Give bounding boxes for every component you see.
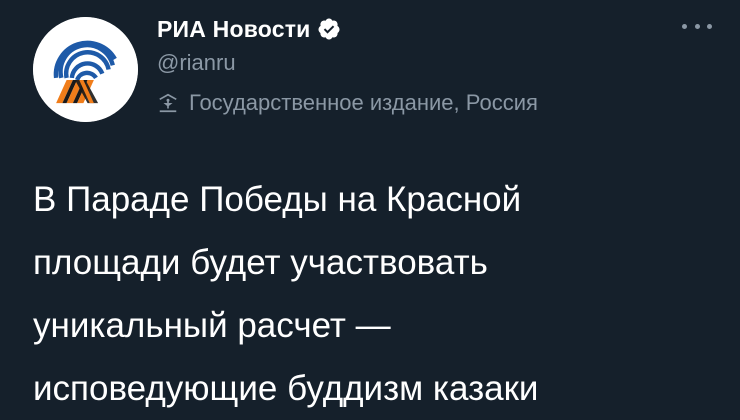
more-options-icon[interactable] xyxy=(682,16,712,36)
verified-badge-icon[interactable] xyxy=(317,17,341,41)
author-name[interactable]: РИА Новости xyxy=(157,16,311,43)
ria-logo-icon xyxy=(33,17,138,122)
state-affiliation-label[interactable]: Государственное издание, Россия xyxy=(157,88,538,118)
author-name-row: РИА Новости xyxy=(157,12,538,46)
more-dot xyxy=(707,23,712,29)
state-label-text: Государственное издание, Россия xyxy=(189,90,538,115)
tweet-card[interactable]: РИА Новости @rianru Государственное изда… xyxy=(0,0,740,417)
tweet-header: РИА Новости @rianru Государственное изда… xyxy=(157,12,538,118)
more-dot xyxy=(682,23,687,29)
more-dot xyxy=(694,23,700,29)
author-handle[interactable]: @rianru xyxy=(157,48,538,78)
government-building-icon xyxy=(157,92,179,114)
avatar[interactable] xyxy=(33,17,138,122)
tweet-text: В Параде Победы на Красной площади будет… xyxy=(33,180,539,408)
